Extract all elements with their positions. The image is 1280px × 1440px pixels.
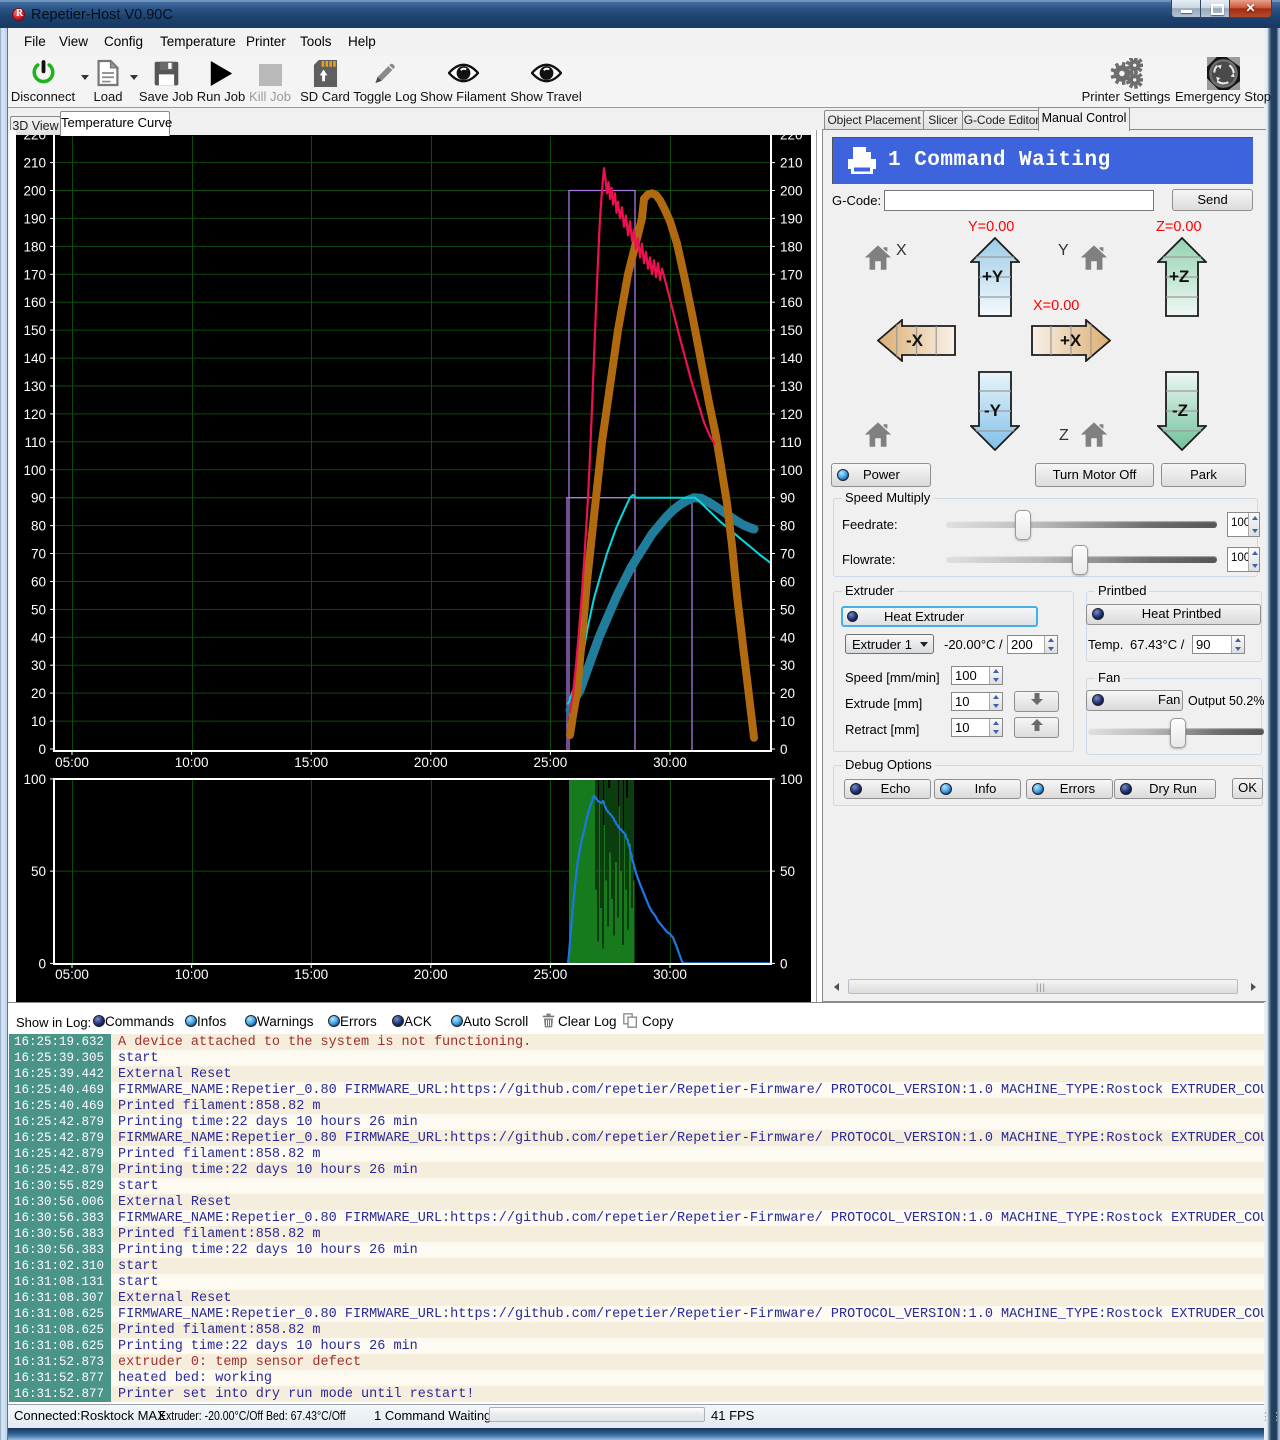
svg-text:170: 170	[23, 267, 46, 282]
svg-text:05:00: 05:00	[55, 967, 89, 982]
svg-text:80: 80	[31, 519, 46, 534]
svg-text:50: 50	[31, 864, 46, 879]
svg-text:30: 30	[780, 658, 795, 673]
svg-text:10:00: 10:00	[175, 755, 209, 770]
svg-text:30: 30	[31, 658, 46, 673]
svg-text:180: 180	[23, 239, 46, 254]
svg-text:70: 70	[780, 547, 795, 562]
svg-text:220: 220	[780, 135, 803, 143]
svg-text:190: 190	[23, 211, 46, 226]
svg-text:0: 0	[38, 742, 46, 757]
svg-text:200: 200	[23, 184, 46, 199]
svg-text:140: 140	[23, 351, 46, 366]
svg-text:15:00: 15:00	[294, 967, 328, 982]
svg-text:10:00: 10:00	[175, 967, 209, 982]
svg-text:150: 150	[23, 323, 46, 338]
svg-text:120: 120	[23, 407, 46, 422]
svg-text:30:00: 30:00	[653, 967, 687, 982]
svg-text:120: 120	[780, 407, 803, 422]
svg-text:0: 0	[780, 956, 788, 971]
svg-text:05:00: 05:00	[55, 755, 89, 770]
svg-text:20: 20	[31, 686, 46, 701]
svg-text:40: 40	[31, 630, 46, 645]
svg-text:0: 0	[780, 742, 788, 757]
svg-text:50: 50	[780, 602, 795, 617]
svg-text:200: 200	[780, 184, 803, 199]
svg-text:10: 10	[31, 714, 46, 729]
svg-text:10: 10	[780, 714, 795, 729]
svg-text:20:00: 20:00	[414, 755, 448, 770]
svg-text:20: 20	[780, 686, 795, 701]
svg-text:180: 180	[780, 239, 803, 254]
svg-text:110: 110	[24, 435, 46, 450]
svg-text:100: 100	[23, 772, 46, 787]
svg-text:100: 100	[780, 772, 803, 787]
svg-text:60: 60	[31, 575, 46, 590]
svg-text:130: 130	[780, 379, 803, 394]
svg-text:25:00: 25:00	[534, 755, 568, 770]
svg-text:160: 160	[780, 295, 803, 310]
svg-text:190: 190	[780, 211, 803, 226]
svg-text:90: 90	[780, 491, 795, 506]
svg-text:110: 110	[780, 435, 802, 450]
svg-text:100: 100	[780, 463, 803, 478]
svg-text:80: 80	[780, 519, 795, 534]
svg-text:30:00: 30:00	[653, 755, 687, 770]
svg-text:15:00: 15:00	[294, 755, 328, 770]
svg-text:170: 170	[780, 267, 803, 282]
svg-text:50: 50	[780, 864, 795, 879]
svg-text:70: 70	[31, 547, 46, 562]
svg-text:140: 140	[780, 351, 803, 366]
svg-text:90: 90	[31, 491, 46, 506]
svg-text:20:00: 20:00	[414, 967, 448, 982]
svg-text:220: 220	[23, 135, 46, 143]
svg-text:210: 210	[23, 156, 46, 171]
svg-text:25:00: 25:00	[534, 967, 568, 982]
svg-text:40: 40	[780, 630, 795, 645]
svg-text:160: 160	[23, 295, 46, 310]
svg-text:150: 150	[780, 323, 803, 338]
svg-text:210: 210	[780, 156, 803, 171]
svg-text:0: 0	[38, 956, 46, 971]
svg-text:130: 130	[23, 379, 46, 394]
svg-text:100: 100	[23, 463, 46, 478]
svg-text:60: 60	[780, 575, 795, 590]
svg-text:50: 50	[31, 602, 46, 617]
